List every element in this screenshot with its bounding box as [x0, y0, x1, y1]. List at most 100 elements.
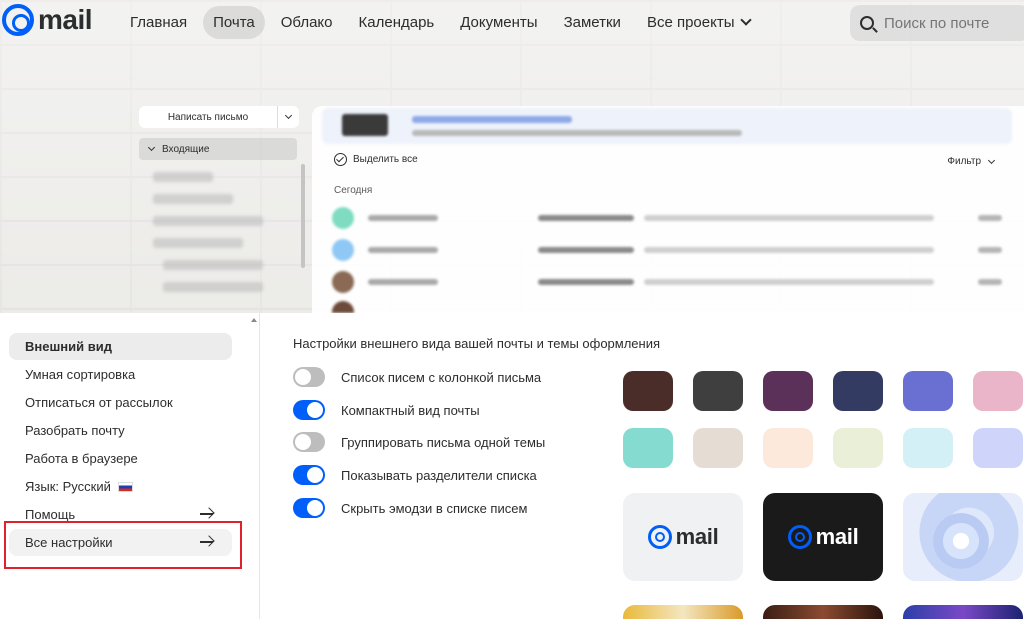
color-swatch[interactable]: [833, 428, 883, 468]
menu-label: Язык: Русский: [25, 479, 111, 494]
toggle-row[interactable]: Список писем с колонкой письма: [293, 367, 541, 387]
color-swatch[interactable]: [693, 371, 743, 411]
mail-background-view: Написать письмо Входящие Выделить все Фи…: [0, 100, 1024, 316]
folder-item: [153, 238, 243, 248]
toggle-row[interactable]: Компактный вид почты: [293, 400, 480, 420]
theme-card[interactable]: [903, 605, 1023, 619]
list-item[interactable]: [332, 271, 1002, 293]
compose-button[interactable]: Написать письмо: [139, 106, 299, 128]
color-swatch[interactable]: [763, 428, 813, 468]
russia-flag-icon: [117, 481, 133, 492]
section-title: Настройки внешнего вида вашей почты и те…: [293, 336, 661, 351]
search-icon: [860, 16, 874, 30]
folder-item: [153, 216, 263, 226]
time: [978, 247, 1002, 253]
menu-label: Работа в браузере: [25, 451, 138, 466]
theme-card-snowflake[interactable]: [903, 493, 1023, 581]
promo-banner[interactable]: [322, 108, 1012, 144]
toggle-switch[interactable]: [293, 465, 325, 485]
toggle-label: Список писем с колонкой письма: [341, 369, 542, 385]
top-navigation-bar: mail Главная Почта Облако Календарь Доку…: [0, 0, 1024, 46]
check-circle-icon: [334, 153, 347, 166]
toggle-switch[interactable]: [293, 498, 325, 518]
theme-card[interactable]: [623, 605, 743, 619]
chevron-down-icon: [147, 143, 156, 152]
list-item[interactable]: [332, 301, 1002, 313]
toggle-switch[interactable]: [293, 432, 325, 452]
sender: [368, 279, 438, 285]
toggle-label: Группировать письма одной темы: [341, 434, 546, 450]
menu-label: Внешний вид: [25, 339, 112, 354]
menu-label: Помощь: [25, 507, 76, 522]
folder-item: [153, 172, 213, 182]
nav-main[interactable]: Главная: [120, 6, 197, 39]
nav-mail[interactable]: Почта: [203, 6, 265, 39]
menu-all-settings[interactable]: Все настройки: [9, 529, 232, 556]
logo-text: mail: [38, 4, 93, 35]
color-swatch[interactable]: [973, 428, 1023, 468]
toggle-switch[interactable]: [293, 400, 325, 420]
theme-card-light[interactable]: mail: [623, 493, 743, 581]
menu-scrollbar[interactable]: [250, 313, 258, 619]
folder-item: [163, 282, 263, 292]
appearance-settings-panel: Внешний вид Умная сортировка Отписаться …: [0, 313, 1024, 619]
subject: [538, 247, 634, 253]
toggle-row[interactable]: Скрыть эмодзи в списке писем: [293, 498, 527, 518]
list-item[interactable]: [332, 239, 1002, 261]
avatar: [332, 239, 354, 261]
main-nav: Главная Почта Облако Календарь Документы…: [120, 6, 766, 39]
folder-item: [163, 260, 263, 270]
nav-documents[interactable]: Документы: [450, 6, 547, 39]
nav-cloud[interactable]: Облако: [271, 6, 343, 39]
color-swatch[interactable]: [623, 428, 673, 468]
divider: [259, 313, 260, 619]
compose-label: Написать письмо: [167, 111, 249, 123]
menu-smart-sorting[interactable]: Умная сортировка: [9, 361, 232, 388]
nav-all-projects[interactable]: Все проекты: [637, 6, 761, 39]
menu-help[interactable]: Помощь: [9, 501, 232, 528]
theme-card[interactable]: [763, 605, 883, 619]
color-swatch[interactable]: [623, 371, 673, 411]
toggle-row[interactable]: Группировать письма одной темы: [293, 432, 545, 452]
theme-card-dark[interactable]: mail: [763, 493, 883, 581]
nav-all-projects-label: Все проекты: [646, 14, 735, 31]
mail-logo[interactable]: mail: [2, 4, 93, 36]
color-swatch[interactable]: [833, 371, 883, 411]
menu-sort-mail[interactable]: Разобрать почту: [9, 417, 232, 444]
nav-notes[interactable]: Заметки: [554, 6, 631, 39]
search-box[interactable]: [850, 5, 1024, 41]
compose-dropdown[interactable]: [277, 106, 299, 128]
menu-browser[interactable]: Работа в браузере: [9, 445, 232, 472]
folder-inbox-label: Входящие: [162, 143, 210, 155]
time: [978, 279, 1002, 285]
toggle-switch[interactable]: [293, 367, 325, 387]
list-item[interactable]: [332, 207, 1002, 229]
folder-inbox[interactable]: Входящие: [139, 138, 297, 160]
menu-label: Все настройки: [25, 535, 113, 550]
color-swatch[interactable]: [763, 371, 813, 411]
snippet: [644, 215, 934, 221]
folder-list: Входящие: [139, 138, 309, 292]
menu-label: Отписаться от рассылок: [25, 395, 173, 410]
toggle-label: Скрыть эмодзи в списке писем: [341, 500, 528, 516]
toggle-row[interactable]: Показывать разделители списка: [293, 465, 537, 485]
arrow-right-icon: [200, 537, 214, 547]
menu-appearance[interactable]: Внешний вид: [9, 333, 232, 360]
time: [978, 215, 1002, 221]
select-all-button[interactable]: Выделить все: [334, 153, 418, 166]
menu-label: Умная сортировка: [25, 367, 136, 382]
color-swatch[interactable]: [903, 428, 953, 468]
color-swatch[interactable]: [903, 371, 953, 411]
chevron-down-icon: [987, 156, 996, 164]
menu-unsubscribe[interactable]: Отписаться от рассылок: [9, 389, 232, 416]
menu-language[interactable]: Язык: Русский: [9, 473, 232, 500]
nav-calendar[interactable]: Календарь: [349, 6, 445, 39]
folder-scrollbar[interactable]: [301, 164, 305, 268]
color-swatch[interactable]: [693, 428, 743, 468]
folder-item: [153, 194, 233, 204]
color-swatch[interactable]: [973, 371, 1023, 411]
filter-button[interactable]: Фильтр: [947, 156, 996, 167]
toggle-label: Компактный вид почты: [341, 402, 480, 418]
at-sign-icon: [787, 525, 812, 549]
search-input[interactable]: [884, 14, 1014, 32]
